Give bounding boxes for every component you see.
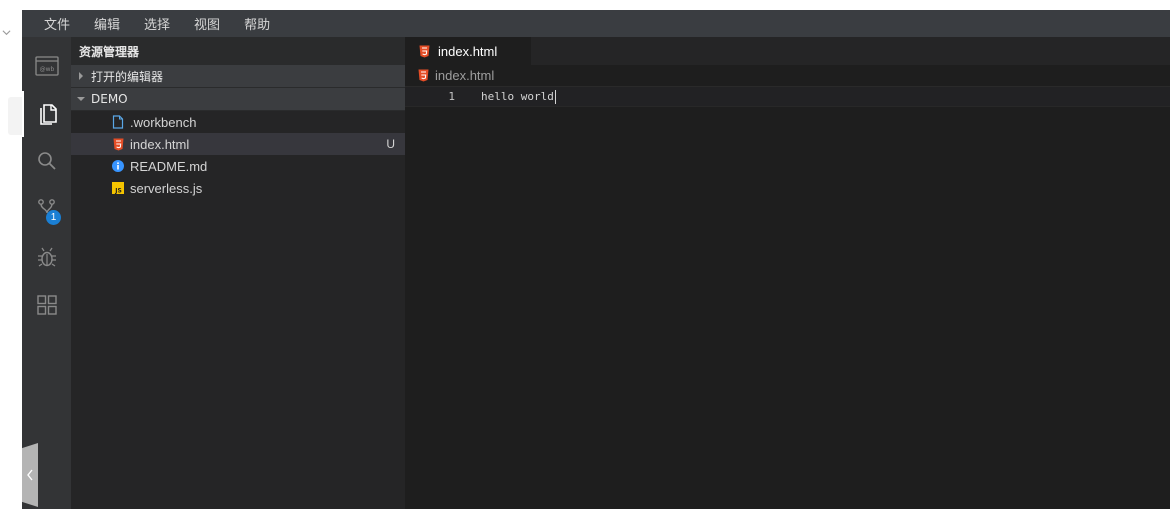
- activity-source-control[interactable]: 1: [22, 186, 71, 232]
- html-icon: [419, 45, 430, 58]
- tree-item-label: index.html: [130, 136, 190, 152]
- top-strip: [22, 0, 1170, 10]
- chevron-down-icon[interactable]: [2, 28, 11, 37]
- sidebar-title: 资源管理器: [71, 37, 405, 65]
- svg-text:@wb: @wb: [39, 66, 54, 73]
- search-icon: [37, 152, 56, 170]
- tree-item-index-html[interactable]: index.html U: [71, 133, 405, 155]
- activity-explorer[interactable]: [22, 91, 71, 137]
- activity-debug[interactable]: [22, 234, 71, 280]
- app-window: 文件 编辑 选择 视图 帮助 @wb 1 资源管理器 打开的编辑器 DEMO .…: [0, 0, 1170, 509]
- code-line[interactable]: 1 hello world: [405, 87, 1170, 107]
- menu-help[interactable]: 帮助: [244, 14, 270, 33]
- host-selection-indicator: [8, 97, 22, 135]
- menubar: 文件 编辑 选择 视图 帮助: [22, 10, 1170, 37]
- tree-item-label: serverless.js: [130, 180, 203, 196]
- menu-selection[interactable]: 选择: [144, 14, 170, 33]
- activity-search[interactable]: [22, 138, 71, 184]
- explorer-icon: [39, 104, 57, 125]
- breadcrumb-file: index.html: [435, 68, 495, 83]
- editor-area: index.html index.html 1 hello world: [405, 37, 1170, 509]
- code-content: hello world: [481, 89, 554, 103]
- tree-item-workbench[interactable]: .workbench: [71, 111, 405, 133]
- activity-workbench[interactable]: @wb: [22, 43, 71, 89]
- project-label: DEMO: [91, 92, 128, 106]
- workbench-icon: @wb: [34, 56, 59, 76]
- chevron-down-icon: [71, 96, 91, 102]
- collapse-handle[interactable]: [22, 443, 38, 507]
- activity-extensions[interactable]: [22, 282, 71, 328]
- project-section[interactable]: DEMO: [71, 88, 405, 111]
- tab-label: index.html: [438, 43, 498, 59]
- open-editors-section[interactable]: 打开的编辑器: [71, 65, 405, 88]
- source-control-badge: 1: [46, 210, 61, 225]
- chevron-right-icon: [71, 72, 91, 80]
- html-icon: [111, 137, 125, 151]
- file-icon: [111, 115, 125, 129]
- tree-item-label: README.md: [130, 158, 208, 174]
- tree-item-label: .workbench: [130, 114, 197, 130]
- svg-text:JS: JS: [114, 188, 122, 195]
- html-icon: [418, 69, 429, 82]
- menu-edit[interactable]: 编辑: [94, 14, 120, 33]
- tab-index-html[interactable]: index.html: [405, 37, 531, 65]
- host-gutter: [0, 0, 22, 509]
- chevron-left-icon: [27, 469, 33, 481]
- breadcrumb[interactable]: index.html: [405, 65, 1170, 87]
- text-cursor: [554, 89, 556, 104]
- menu-view[interactable]: 视图: [194, 14, 220, 33]
- info-icon: [111, 159, 125, 173]
- js-icon: JS: [111, 181, 125, 195]
- extensions-icon: [36, 295, 57, 315]
- editor-tabs: index.html: [405, 37, 1170, 65]
- activity-bar: @wb 1: [22, 37, 71, 509]
- line-number: 1: [448, 90, 455, 103]
- git-status-untracked: U: [386, 137, 395, 151]
- code-text[interactable]: hello world: [481, 89, 556, 104]
- explorer-sidebar: 资源管理器 打开的编辑器 DEMO .workbench index.html …: [71, 37, 405, 509]
- tree-item-serverless-js[interactable]: JS serverless.js: [71, 177, 405, 199]
- debug-icon: [37, 247, 56, 267]
- tree-item-readme[interactable]: README.md: [71, 155, 405, 177]
- open-editors-label: 打开的编辑器: [91, 69, 164, 84]
- menu-file[interactable]: 文件: [44, 14, 70, 33]
